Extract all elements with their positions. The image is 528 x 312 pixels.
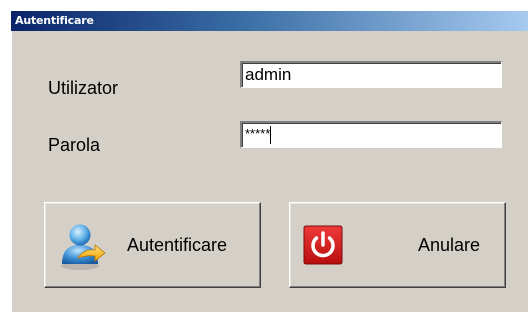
username-field[interactable]: admin [240,61,502,88]
title-bar[interactable]: Autentificare [11,11,528,31]
text-caret [270,125,272,144]
password-field[interactable]: ***** [240,121,502,148]
password-label: Parola [48,135,101,155]
username-label: Utilizator [48,78,119,98]
cancel-button[interactable]: Anulare [289,202,506,288]
login-button-label: Autentificare [127,235,228,255]
window-title: Autentificare [15,14,94,27]
login-button[interactable]: Autentificare [44,202,261,288]
user-login-icon [61,224,106,270]
login-dialog: Autentificare Utilizator admin Parola **… [11,11,528,312]
power-icon [303,225,343,265]
password-value: ***** [245,126,271,141]
cancel-button-label: Anulare [418,235,481,255]
username-value: admin [245,65,292,84]
